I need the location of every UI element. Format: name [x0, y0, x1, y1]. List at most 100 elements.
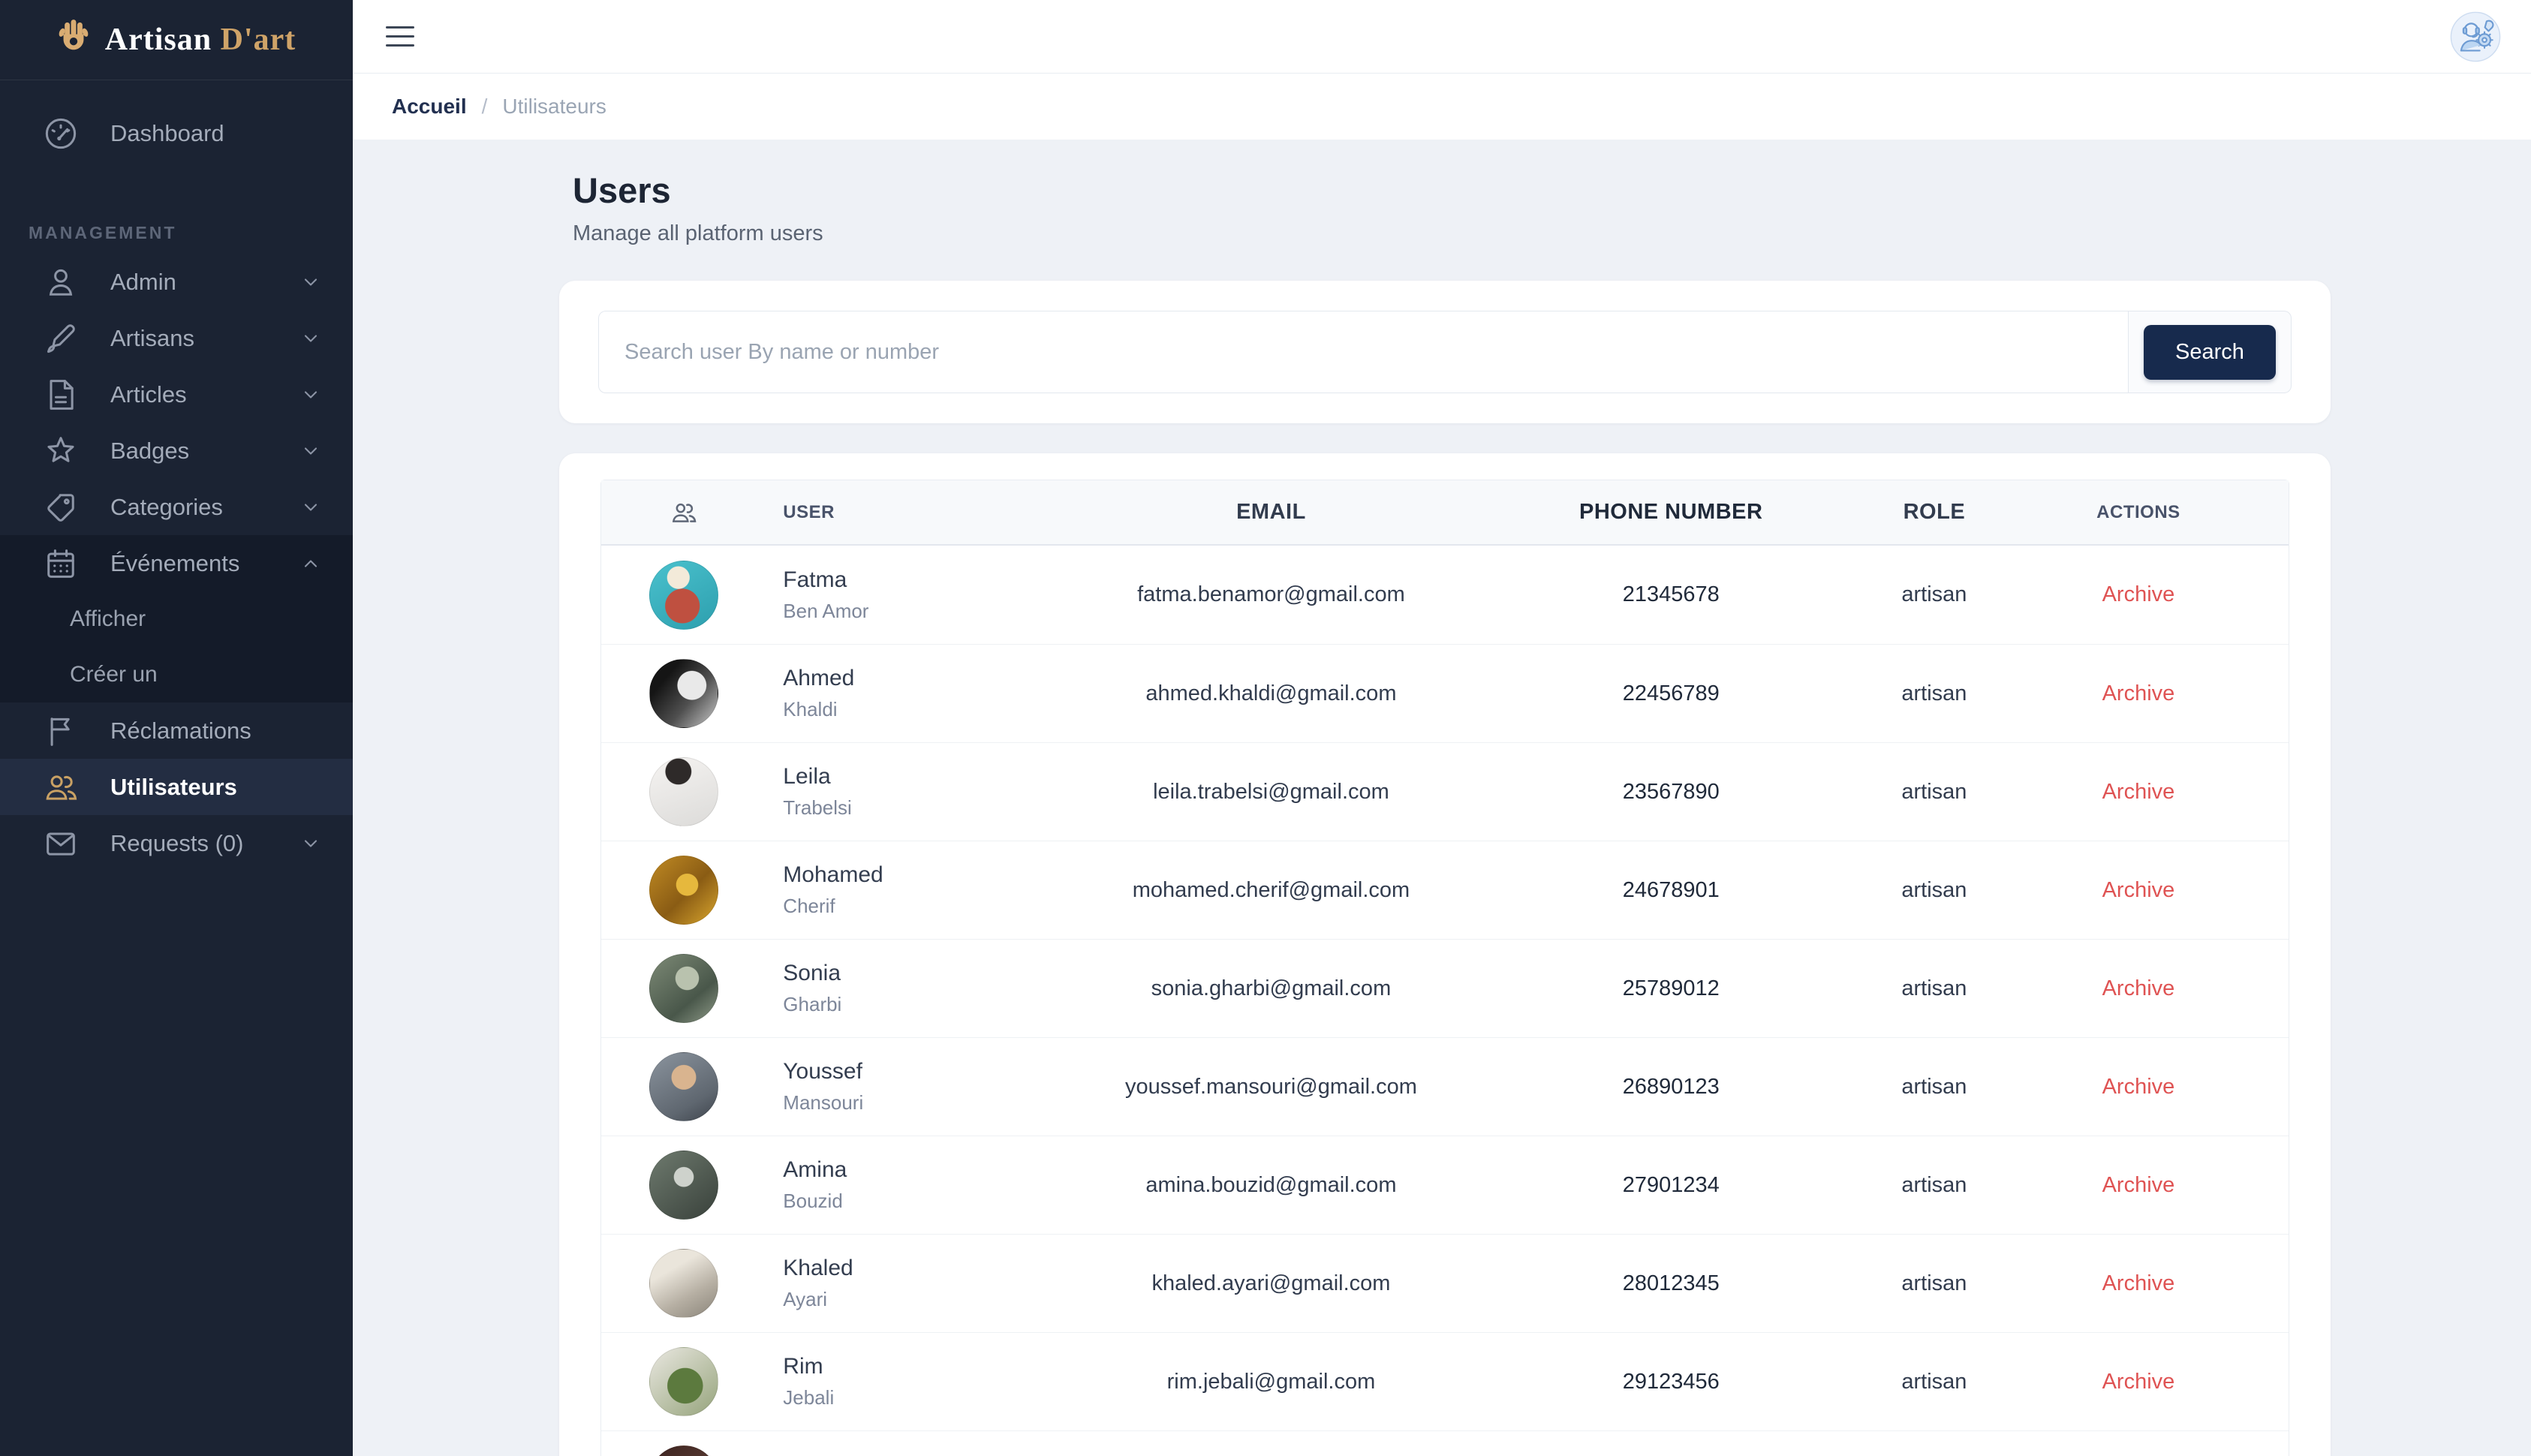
chevron-down-icon — [300, 833, 321, 854]
search-button[interactable]: Search — [2144, 325, 2276, 380]
sidebar-item-label: Categories — [110, 494, 223, 521]
sidebar-item-utilisateurs[interactable]: Utilisateurs — [0, 759, 353, 815]
main-area: Accueil / Utilisateurs Users Manage all … — [353, 0, 2531, 1456]
app-window: Artisan D'art Dashboard MANAGEMENT Admin — [0, 0, 2531, 1456]
sidebar: Artisan D'art Dashboard MANAGEMENT Admin — [0, 0, 353, 1456]
brand: Artisan D'art — [0, 0, 353, 80]
user-first-name: Youssef — [783, 1059, 863, 1084]
sidebar-item-label: Dashboard — [110, 120, 224, 147]
sidebar-item-reclamations[interactable]: Réclamations — [0, 702, 353, 759]
name-cell: Amina Bouzid — [766, 1157, 1080, 1213]
sidebar-item-evenements[interactable]: Événements — [0, 535, 353, 591]
breadcrumb-current: Utilisateurs — [502, 95, 606, 119]
user-last-name: Ben Amor — [783, 600, 868, 623]
user-avatar — [649, 954, 718, 1023]
sidebar-item-artisans[interactable]: Artisans — [0, 310, 353, 366]
user-avatar — [649, 561, 718, 630]
document-icon — [41, 375, 80, 414]
user-phone: 21345678 — [1461, 582, 1880, 607]
archive-button[interactable]: Archive — [2102, 1271, 2175, 1296]
user-email: ahmed.khaldi@gmail.com — [1080, 681, 1461, 706]
users-table: USER EMAIL PHONE NUMBER ROLE ACTIONS Fat… — [600, 480, 2289, 1456]
user-email: sonia.gharbi@gmail.com — [1080, 976, 1461, 1001]
sidebar-subitem-afficher[interactable]: Afficher — [0, 591, 353, 647]
avatar-cell — [601, 1249, 766, 1318]
column-header-actions: ACTIONS — [1988, 502, 2289, 523]
archive-button[interactable]: Archive — [2102, 1370, 2175, 1394]
user-phone: 26890123 — [1461, 1075, 1880, 1100]
user-role: artisan — [1880, 1173, 1988, 1198]
sidebar-item-articles[interactable]: Articles — [0, 366, 353, 423]
user-avatar — [649, 659, 718, 728]
table-row: Sonia Gharbi sonia.gharbi@gmail.com 2578… — [601, 939, 2289, 1037]
avatar-cell — [601, 954, 766, 1023]
user-role: artisan — [1880, 681, 1988, 706]
sidebar-subitem-creer-un[interactable]: Créer un — [0, 647, 353, 702]
profile-avatar[interactable] — [2450, 11, 2501, 62]
sidebar-item-requests[interactable]: Requests (0) — [0, 815, 353, 871]
users-icon — [669, 498, 699, 528]
chevron-up-icon — [300, 553, 321, 574]
archive-button[interactable]: Archive — [2102, 780, 2175, 805]
actions-cell: Archive — [1988, 1370, 2289, 1394]
user-role: artisan — [1880, 780, 1988, 805]
column-header-email: EMAIL — [1080, 500, 1461, 525]
sidebar-item-label: Badges — [110, 438, 189, 465]
user-last-name: Cherif — [783, 895, 883, 918]
user-last-name: Khaldi — [783, 698, 854, 721]
chevron-down-icon — [300, 497, 321, 518]
sidebar-item-label: Admin — [110, 269, 176, 296]
sidebar-section-management: MANAGEMENT — [0, 223, 353, 254]
user-first-name: Khaled — [783, 1256, 853, 1281]
archive-button[interactable]: Archive — [2102, 582, 2175, 607]
name-cell: Khaled Ayari — [766, 1256, 1080, 1311]
users-table-body: Fatma Ben Amor fatma.benamor@gmail.com 2… — [601, 546, 2289, 1456]
table-header-row: USER EMAIL PHONE NUMBER ROLE ACTIONS — [601, 480, 2289, 546]
user-email: khaled.ayari@gmail.com — [1080, 1271, 1461, 1296]
topbar — [353, 0, 2531, 74]
archive-button[interactable]: Archive — [2102, 1173, 2175, 1198]
breadcrumb-separator: / — [482, 95, 488, 119]
archive-button[interactable]: Archive — [2102, 976, 2175, 1001]
avatar-cell — [601, 856, 766, 925]
column-header-phone: PHONE NUMBER — [1461, 500, 1880, 525]
archive-button[interactable]: Archive — [2102, 878, 2175, 903]
user-email: youssef.mansouri@gmail.com — [1080, 1075, 1461, 1100]
table-row: Ahmed Khaldi ahmed.khaldi@gmail.com 2245… — [601, 644, 2289, 742]
table-row: Rim Jebali rim.jebali@gmail.com 29123456… — [601, 1332, 2289, 1430]
sidebar-group-evenements: Événements Afficher Créer un — [0, 535, 353, 702]
avatar-cell — [601, 561, 766, 630]
user-email: mohamed.cherif@gmail.com — [1080, 878, 1461, 903]
archive-button[interactable]: Archive — [2102, 1075, 2175, 1100]
user-avatar — [649, 1052, 718, 1121]
sidebar-item-label: Réclamations — [110, 717, 251, 745]
search-button-wrap: Search — [2128, 311, 2292, 393]
calendar-icon — [41, 544, 80, 583]
sidebar-item-label: Artisans — [110, 325, 194, 352]
archive-button[interactable]: Archive — [2102, 681, 2175, 706]
user-role: artisan — [1880, 1271, 1988, 1296]
user-avatar — [649, 856, 718, 925]
user-phone: 22456789 — [1461, 681, 1880, 706]
menu-toggle-button[interactable] — [386, 22, 414, 51]
sidebar-item-categories[interactable]: Categories — [0, 479, 353, 535]
gauge-icon — [41, 114, 80, 153]
avatar-cell — [601, 757, 766, 826]
sidebar-item-badges[interactable]: Badges — [0, 423, 353, 479]
actions-cell: Archive — [1988, 780, 2289, 805]
actions-cell: Archive — [1988, 976, 2289, 1001]
table-row: Amina Bouzid amina.bouzid@gmail.com 2790… — [601, 1136, 2289, 1234]
user-phone: 24678901 — [1461, 878, 1880, 903]
actions-cell: Archive — [1988, 681, 2289, 706]
sidebar-item-admin[interactable]: Admin — [0, 254, 353, 310]
user-first-name: Sonia — [783, 961, 841, 986]
sidebar-item-dashboard[interactable]: Dashboard — [0, 105, 353, 161]
user-last-name: Bouzid — [783, 1190, 847, 1213]
search-input[interactable] — [598, 311, 2128, 393]
name-cell: Fatma Ben Amor — [766, 567, 1080, 623]
users-column-icon-cell — [601, 498, 766, 528]
chevron-down-icon — [300, 328, 321, 349]
breadcrumb-home-link[interactable]: Accueil — [392, 95, 467, 119]
star-icon — [41, 432, 80, 471]
avatar-cell — [601, 1151, 766, 1220]
